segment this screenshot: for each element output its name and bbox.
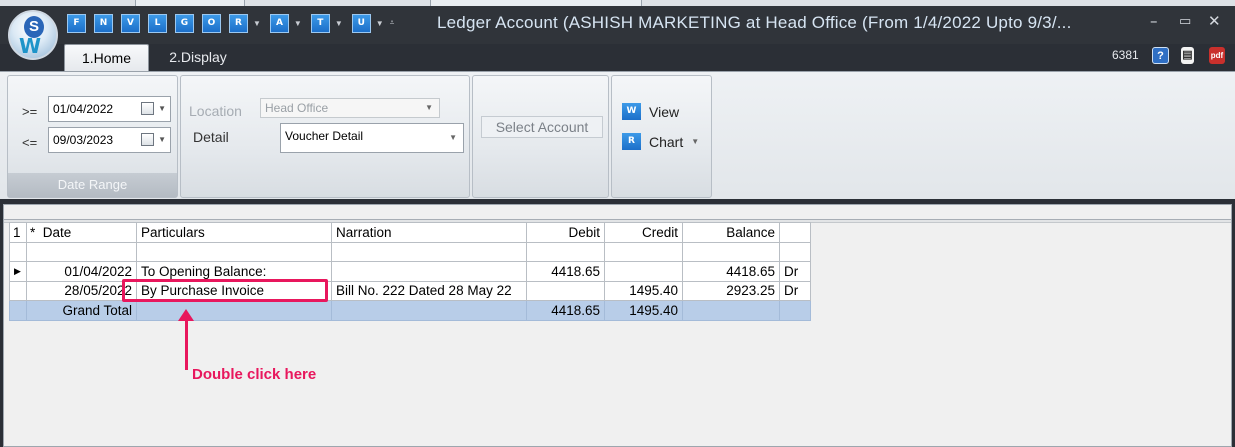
row-balance[interactable]: 2923.25 [682,280,780,301]
chevron-down-icon[interactable]: ▼ [253,19,261,28]
chevron-down-icon[interactable]: ▼ [335,19,343,28]
quick-access-toolbar: F N V L G O R ▼ A ▼ T ▼ U ▼ ⩡ [67,12,403,34]
location-detail-group: Location Head Office ▼ Detail Voucher De… [180,75,470,198]
close-button[interactable]: ✕ [1208,12,1221,30]
to-operator: <= [22,135,38,150]
quick-v-button[interactable]: V [121,13,140,33]
current-row-icon[interactable]: ▶ [9,261,27,282]
date-range-group: >= 01/04/2022 ▼ <= 09/03/2023 ▼ Date Ran… [7,75,178,198]
grid-header-row: 1 * Date Particulars Narration Debit Cre… [9,222,811,243]
detail-label: Detail [193,129,229,145]
row-selector[interactable] [9,280,27,301]
column-header-date[interactable]: * Date [26,222,137,243]
view-chart-group: W View R Chart ▼ [611,75,712,198]
calendar-icon[interactable] [141,133,154,146]
from-date-value: 01/04/2022 [53,102,114,116]
to-date-field[interactable]: 09/03/2023 ▼ [48,127,171,153]
column-header-credit[interactable]: Credit [604,222,683,243]
document-icon[interactable]: ▤ [1181,47,1194,64]
annotation-text: Double click here [192,366,317,383]
ribbon-tabs: 1.Home 2.Display 6381 ? ▤ pdf [0,44,1235,71]
chevron-down-icon[interactable]: ▼ [294,19,302,28]
from-date-field[interactable]: 01/04/2022 ▼ [48,96,171,122]
title-bar: S W F N V L G O R ▼ A ▼ T ▼ U ▼ ⩡ Ledger… [0,0,1235,60]
select-account-group: Select Account [472,75,609,198]
column-header-narration[interactable]: Narration [331,222,527,243]
grand-total-row: Grand Total 4418.65 1495.40 [9,300,811,321]
annotation-arrow [185,320,188,370]
row-debit[interactable]: 4418.65 [526,261,605,282]
customize-toolbar-icon[interactable]: ⩡ [390,18,395,28]
row-drcr[interactable]: Dr [779,280,811,301]
detail-select[interactable]: Voucher Detail ▼ [280,123,464,153]
tab-display[interactable]: 2.Display [154,44,242,71]
help-icon[interactable]: ? [1152,47,1169,64]
grid-filter-row[interactable] [9,241,811,262]
quick-a-button[interactable]: A [269,13,289,33]
background-window-strip [0,0,1235,6]
maximize-button[interactable]: ▭ [1179,14,1191,29]
grand-total-debit: 4418.65 [526,300,605,321]
calendar-icon[interactable] [141,102,154,115]
ribbon-body: >= 01/04/2022 ▼ <= 09/03/2023 ▼ Date Ran… [0,71,1235,199]
row-credit[interactable] [604,261,683,282]
to-date-value: 09/03/2023 [53,133,114,147]
view-button[interactable]: W View [622,103,679,120]
chevron-down-icon: ▼ [425,103,433,112]
row-date[interactable]: 28/05/2022 [26,280,137,301]
column-header-drcr [779,222,811,243]
quick-o-button[interactable]: O [202,13,221,33]
grand-total-label: Grand Total [26,300,137,321]
column-selector[interactable]: 1 [9,222,27,243]
ledger-grid[interactable]: 1 * Date Particulars Narration Debit Cre… [9,222,811,321]
grand-total-credit: 1495.40 [604,300,683,321]
row-credit[interactable]: 1495.40 [604,280,683,301]
chevron-down-icon[interactable]: ▼ [158,97,166,121]
row-drcr[interactable]: Dr [779,261,811,282]
quick-u-button[interactable]: U [351,13,371,33]
from-operator: >= [22,104,38,119]
row-debit[interactable] [526,280,605,301]
column-header-balance[interactable]: Balance [682,222,780,243]
row-narration[interactable] [331,261,527,282]
quick-n-button[interactable]: N [94,13,113,33]
window-title: Ledger Account (ASHISH MARKETING at Head… [437,13,1072,32]
row-narration[interactable]: Bill No. 222 Dated 28 May 22 [331,280,527,301]
tab-home[interactable]: 1.Home [64,44,149,71]
location-select: Head Office ▼ [260,98,440,118]
quick-r-button[interactable]: R [229,13,248,33]
chevron-down-icon[interactable]: ▼ [376,19,384,28]
chevron-down-icon[interactable]: ▼ [158,128,166,152]
chevron-down-icon[interactable]: ▼ [691,137,699,146]
ledger-window: S W F N V L G O R ▼ A ▼ T ▼ U ▼ ⩡ Ledger… [0,0,1235,447]
row-balance[interactable]: 4418.65 [682,261,780,282]
row-date[interactable]: 01/04/2022 [26,261,137,282]
quick-g-button[interactable]: G [175,13,194,33]
location-label: Location [189,103,242,119]
chevron-down-icon[interactable]: ▼ [449,128,457,148]
app-logo[interactable]: S W [8,10,58,60]
pdf-icon[interactable]: pdf [1209,47,1225,64]
chart-icon: R [622,133,641,150]
column-header-debit[interactable]: Debit [526,222,605,243]
chart-button[interactable]: R Chart ▼ [622,133,699,150]
date-range-label: Date Range [8,173,177,197]
quick-f-button[interactable]: F [67,13,86,33]
view-icon: W [622,103,641,120]
quick-l-button[interactable]: L [148,13,167,33]
annotation-highlight-box [122,279,328,302]
column-header-particulars[interactable]: Particulars [136,222,332,243]
select-account-button[interactable]: Select Account [481,116,603,138]
record-count: 6381 [1112,48,1139,62]
quick-t-button[interactable]: T [310,13,330,33]
minimize-button[interactable]: – [1150,12,1158,30]
